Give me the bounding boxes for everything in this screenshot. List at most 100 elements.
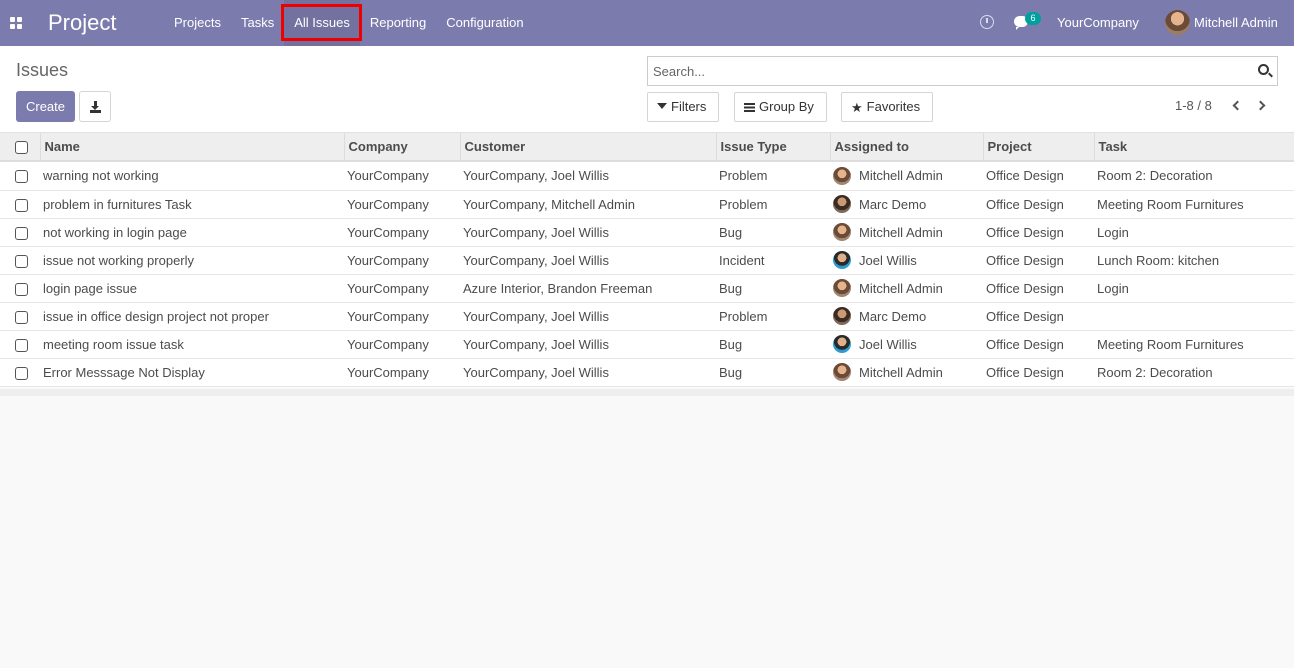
- cell-project[interactable]: Office Design: [983, 274, 1094, 303]
- group-by-button[interactable]: Group By: [734, 92, 827, 122]
- cell-customer[interactable]: YourCompany, Joel Willis: [460, 302, 716, 331]
- activity-clock-icon[interactable]: [980, 15, 994, 29]
- menu-item-all-issues[interactable]: All Issues: [284, 0, 360, 46]
- row-checkbox[interactable]: [15, 366, 28, 380]
- cell-name[interactable]: Error Messsage Not Display: [40, 358, 344, 387]
- apps-menu-icon[interactable]: [10, 17, 22, 29]
- cell-task[interactable]: Lunch Room: kitchen: [1094, 246, 1294, 275]
- user-avatar[interactable]: [1165, 10, 1190, 35]
- cell-assigned-to[interactable]: Joel Willis: [830, 330, 983, 359]
- cell-task[interactable]: [1094, 302, 1294, 331]
- row-checkbox[interactable]: [15, 310, 28, 324]
- cell-project[interactable]: Office Design: [983, 330, 1094, 359]
- cell-name[interactable]: warning not working: [40, 161, 344, 191]
- column-header-issue-type[interactable]: Issue Type: [715, 133, 830, 162]
- row-checkbox[interactable]: [15, 282, 28, 296]
- pager-next-button[interactable]: [1255, 100, 1268, 112]
- cell-assigned-to[interactable]: Mitchell Admin: [830, 358, 983, 387]
- cell-name[interactable]: issue not working properly: [40, 246, 344, 275]
- filters-button[interactable]: Filters: [647, 92, 720, 122]
- cell-issue-type[interactable]: Incident: [716, 246, 830, 275]
- menu-item-projects[interactable]: Projects: [164, 0, 231, 46]
- cell-issue-type[interactable]: Bug: [716, 274, 830, 303]
- column-header-assigned-to[interactable]: Assigned to: [829, 133, 983, 162]
- user-menu[interactable]: Mitchell Admin: [1194, 15, 1278, 30]
- search-icon[interactable]: [1258, 64, 1269, 75]
- cell-task[interactable]: Login: [1094, 274, 1294, 303]
- cell-assigned-to[interactable]: Joel Willis: [830, 246, 983, 275]
- menu-item-configuration[interactable]: Configuration: [436, 0, 533, 46]
- column-header-name[interactable]: Name: [39, 133, 344, 162]
- table-row[interactable]: warning not working YourCompany YourComp…: [0, 161, 1294, 191]
- cell-company[interactable]: YourCompany: [344, 218, 460, 247]
- cell-customer[interactable]: YourCompany, Joel Willis: [460, 246, 716, 275]
- row-checkbox[interactable]: [15, 254, 28, 268]
- table-row[interactable]: issue not working properly YourCompany Y…: [0, 246, 1294, 275]
- row-checkbox[interactable]: [15, 170, 28, 184]
- select-all-checkbox[interactable]: [15, 141, 28, 155]
- favorites-button[interactable]: ★ Favorites: [841, 92, 934, 122]
- cell-customer[interactable]: YourCompany, Joel Willis: [460, 330, 716, 359]
- cell-assigned-to[interactable]: Mitchell Admin: [830, 218, 983, 247]
- cell-customer[interactable]: YourCompany, Joel Willis: [460, 218, 716, 247]
- cell-name[interactable]: problem in furnitures Task: [40, 190, 344, 219]
- column-header-task[interactable]: Task: [1093, 133, 1294, 162]
- export-button[interactable]: [79, 91, 111, 122]
- cell-task[interactable]: Meeting Room Furnitures: [1094, 190, 1294, 219]
- create-button[interactable]: Create: [16, 91, 75, 122]
- cell-project[interactable]: Office Design: [983, 190, 1094, 219]
- pager-value[interactable]: 1-8 / 8: [1175, 98, 1212, 113]
- cell-project[interactable]: Office Design: [983, 161, 1094, 191]
- cell-assigned-to[interactable]: Mitchell Admin: [830, 161, 983, 191]
- cell-company[interactable]: YourCompany: [344, 274, 460, 303]
- company-switcher[interactable]: YourCompany: [1057, 15, 1139, 30]
- row-checkbox[interactable]: [15, 198, 28, 212]
- menu-item-tasks[interactable]: Tasks: [231, 0, 284, 46]
- cell-assigned-to[interactable]: Mitchell Admin: [830, 274, 983, 303]
- cell-task[interactable]: Meeting Room Furnitures: [1094, 330, 1294, 359]
- table-row[interactable]: issue in office design project not prope…: [0, 302, 1294, 331]
- column-header-company[interactable]: Company: [343, 133, 460, 162]
- column-header-project[interactable]: Project: [982, 133, 1094, 162]
- table-row[interactable]: login page issue YourCompany Azure Inter…: [0, 274, 1294, 303]
- pager-previous-button[interactable]: [1230, 100, 1243, 112]
- cell-name[interactable]: meeting room issue task: [40, 330, 344, 359]
- cell-customer[interactable]: YourCompany, Joel Willis: [460, 358, 716, 387]
- cell-task[interactable]: Login: [1094, 218, 1294, 247]
- cell-task[interactable]: Room 2: Decoration: [1094, 358, 1294, 387]
- cell-company[interactable]: YourCompany: [344, 190, 460, 219]
- table-row[interactable]: not working in login page YourCompany Yo…: [0, 218, 1294, 247]
- app-brand[interactable]: Project: [48, 10, 116, 36]
- cell-company[interactable]: YourCompany: [344, 246, 460, 275]
- menu-item-reporting[interactable]: Reporting: [360, 0, 436, 46]
- cell-issue-type[interactable]: Bug: [716, 330, 830, 359]
- cell-company[interactable]: YourCompany: [344, 330, 460, 359]
- cell-project[interactable]: Office Design: [983, 218, 1094, 247]
- cell-issue-type[interactable]: Problem: [716, 302, 830, 331]
- cell-customer[interactable]: YourCompany, Mitchell Admin: [460, 190, 716, 219]
- table-row[interactable]: Error Messsage Not Display YourCompany Y…: [0, 358, 1294, 387]
- cell-name[interactable]: issue in office design project not prope…: [40, 302, 344, 331]
- search-input[interactable]: [648, 57, 1248, 85]
- cell-name[interactable]: login page issue: [40, 274, 344, 303]
- cell-project[interactable]: Office Design: [983, 302, 1094, 331]
- cell-issue-type[interactable]: Problem: [716, 161, 830, 191]
- cell-name[interactable]: not working in login page: [40, 218, 344, 247]
- cell-assigned-to[interactable]: Marc Demo: [830, 302, 983, 331]
- table-row[interactable]: problem in furnitures Task YourCompany Y…: [0, 190, 1294, 219]
- row-checkbox[interactable]: [15, 338, 28, 352]
- cell-customer[interactable]: Azure Interior, Brandon Freeman: [460, 274, 716, 303]
- row-checkbox[interactable]: [15, 226, 28, 240]
- cell-issue-type[interactable]: Bug: [716, 218, 830, 247]
- cell-project[interactable]: Office Design: [983, 358, 1094, 387]
- cell-company[interactable]: YourCompany: [344, 161, 460, 191]
- cell-customer[interactable]: YourCompany, Joel Willis: [460, 161, 716, 191]
- cell-company[interactable]: YourCompany: [344, 302, 460, 331]
- cell-task[interactable]: Room 2: Decoration: [1094, 161, 1294, 191]
- cell-company[interactable]: YourCompany: [344, 358, 460, 387]
- table-row[interactable]: meeting room issue task YourCompany Your…: [0, 330, 1294, 359]
- cell-assigned-to[interactable]: Marc Demo: [830, 190, 983, 219]
- column-header-customer[interactable]: Customer: [459, 133, 716, 162]
- cell-project[interactable]: Office Design: [983, 246, 1094, 275]
- cell-issue-type[interactable]: Bug: [716, 358, 830, 387]
